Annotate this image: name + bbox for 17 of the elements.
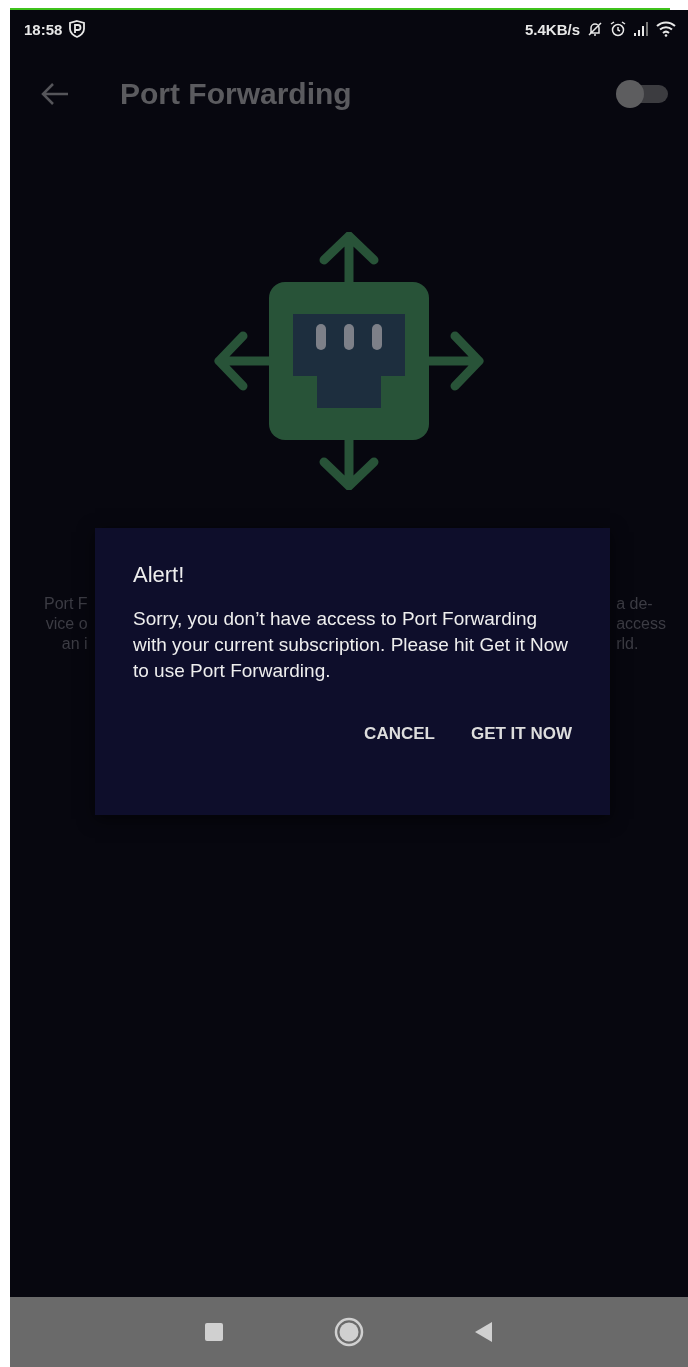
screen-title: Port Forwarding [120,77,353,111]
dialog-button[interactable]: CANCEL [364,720,435,748]
muted-bell-icon [587,21,603,37]
wifi-icon [656,21,676,37]
dialog-title: Alert! [133,562,186,588]
toggle-switch[interactable] [616,81,668,107]
square-icon[interactable] [204,1322,224,1342]
signal-icon [633,22,649,36]
back-arrow-icon[interactable] [40,82,70,106]
dialog-message: Sorry, you don’t have access to Port Forwarding with your current subscription. Please hit Get it Now to use Port Forwarding. [133,607,570,683]
network-speed: 5.4KB/s [524,20,580,38]
home-circle-icon[interactable] [334,1317,364,1347]
back-triangle-icon[interactable] [474,1321,494,1343]
status-time: 18:58 [24,20,63,38]
shield-icon [69,20,86,38]
dialog-button[interactable]: GET IT NOW [470,720,572,748]
alarm-icon [610,21,626,37]
